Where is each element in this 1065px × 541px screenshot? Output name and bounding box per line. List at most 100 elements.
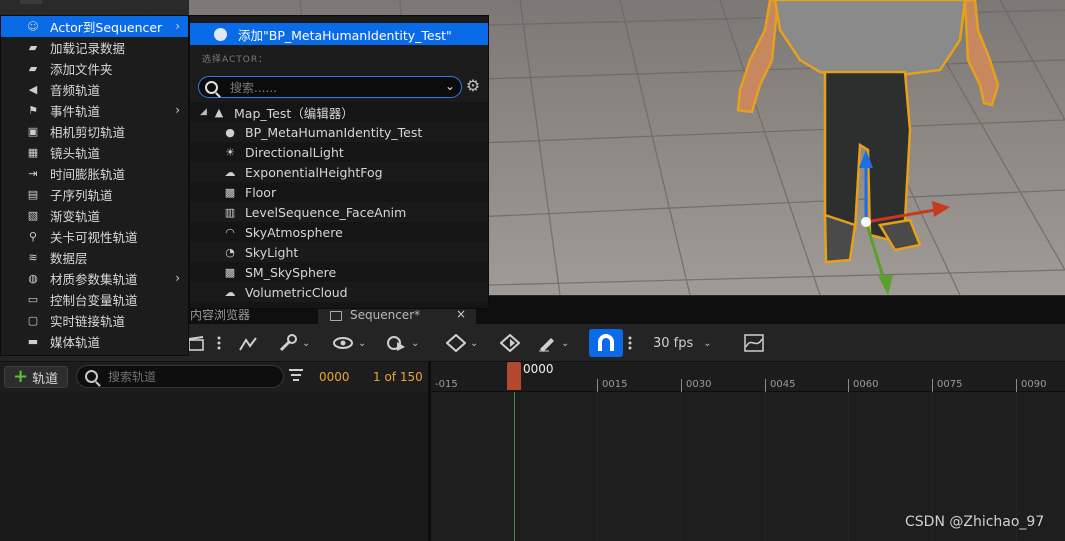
material-icon: ◍: [28, 272, 38, 285]
snap-options-button[interactable]: [627, 330, 633, 356]
tree-actor-row[interactable]: ☀ DirectionalLight: [190, 142, 488, 162]
tree-actor-row[interactable]: ▩ Floor: [190, 182, 488, 202]
chevron-right-icon: ›: [175, 19, 180, 33]
menu-item[interactable]: ▰ 加载记录数据: [1, 37, 188, 58]
actor-tree: ◢ ▲ Map_Test（编辑器） ● BP_MetaHumanIdentity_Tes…: [190, 102, 488, 308]
menu-anchor-strip: [0, 0, 189, 15]
diamond-key-icon: [446, 334, 466, 352]
key-options-dropdown[interactable]: ⌄: [446, 330, 478, 356]
tree-actor-label: DirectionalLight: [245, 144, 344, 160]
menu-item-label: 相机剪切轨道: [50, 125, 126, 140]
auto-key-button[interactable]: [500, 330, 520, 356]
menu-item[interactable]: ▧ 渐变轨道: [1, 205, 188, 226]
tick-label: 0015: [597, 379, 627, 392]
dilation-icon: ⇥: [28, 167, 38, 180]
menu-item[interactable]: ≋ 数据层: [1, 247, 188, 268]
section-header: 选择ACTOR：: [202, 55, 269, 65]
close-tab-button[interactable]: ×: [456, 307, 466, 321]
menu-item-label: 材质参数集轨道: [50, 272, 138, 287]
tree-root-row[interactable]: ◢ ▲ Map_Test（编辑器）: [190, 102, 488, 122]
sun-icon: ☀: [225, 145, 235, 159]
menu-item-label: Actor到Sequencer: [50, 20, 163, 35]
tree-actor-row[interactable]: ◔ SkyLight: [190, 242, 488, 262]
playhead-handle[interactable]: [507, 362, 521, 390]
tab-sequencer-label: Sequencer*: [350, 308, 421, 322]
menu-item[interactable]: ▭ 控制台变量轨道: [1, 289, 188, 310]
menu-item[interactable]: ▤ 子序列轨道: [1, 184, 188, 205]
actor-to-sequencer-submenu: 添加"BP_MetaHumanIdentity_Test" 选择ACTOR： 搜…: [189, 15, 489, 309]
level-icon: ▲: [214, 105, 224, 119]
curve-editor-icon: [744, 334, 764, 352]
time-ruler[interactable]: -015 0015 0030 0045 0060 0075 0090 0000: [431, 362, 1065, 392]
view-options-dropdown[interactable]: ⌄: [332, 330, 366, 356]
tree-actor-row[interactable]: ▩ SM_SkySphere: [190, 262, 488, 282]
magnet-icon: [598, 334, 614, 351]
menu-item[interactable]: ▢ 实时链接轨道: [1, 310, 188, 331]
add-track-button[interactable]: + 轨道: [4, 366, 68, 388]
menu-item[interactable]: ▬ 媒体轨道: [1, 331, 188, 352]
eye-icon: [333, 337, 353, 349]
track-search-input[interactable]: 搜索轨道: [76, 365, 284, 388]
level-visibility-icon: ⚲: [28, 230, 38, 243]
mesh-icon: ▩: [224, 265, 236, 279]
playback-options-dropdown[interactable]: ⌄: [385, 330, 419, 356]
tree-actor-row[interactable]: ◠ SkyAtmosphere: [190, 222, 488, 242]
watermark: CSDN @Zhichao_97: [905, 514, 1045, 530]
menu-item[interactable]: ▦ 镜头轨道: [1, 142, 188, 163]
livelink-icon: ▢: [27, 314, 39, 327]
chevron-down-icon[interactable]: ⌄: [445, 79, 455, 93]
track-header-bar: + 轨道 搜索轨道 0000 1 of 150: [0, 362, 428, 392]
tick-label: -015: [435, 379, 458, 390]
camera-icon: ▣: [27, 125, 39, 138]
menu-item[interactable]: ◀ 音频轨道: [1, 79, 188, 100]
curve-editor-button[interactable]: [744, 330, 764, 356]
menu-item[interactable]: ⇥ 时间膨胀轨道: [1, 163, 188, 184]
more-options-button[interactable]: [216, 330, 222, 356]
menu-item-label: 镜头轨道: [50, 146, 101, 161]
speaker-icon: ◀: [28, 83, 38, 96]
frame-rate-dropdown[interactable]: 30 fps ⌄: [653, 330, 712, 356]
chevron-right-icon: ›: [175, 271, 180, 285]
folder-icon: ▰: [28, 62, 38, 75]
track-list[interactable]: [0, 392, 428, 541]
menu-item[interactable]: ⚑ 事件轨道 ›: [1, 100, 188, 121]
gridline: [765, 392, 766, 541]
tree-actor-row[interactable]: ● BP_MetaHumanIdentity_Test: [190, 122, 488, 142]
menu-item[interactable]: ▰ 添加文件夹: [1, 58, 188, 79]
tree-actor-label: ExponentialHeightFog: [245, 164, 383, 180]
kebab-icon: [628, 336, 632, 350]
render-movie-button[interactable]: [188, 330, 204, 356]
actor-search-input[interactable]: 搜索...... ⌄: [198, 76, 462, 98]
blueprint-icon: ●: [225, 125, 235, 139]
layers-icon: ≋: [28, 251, 38, 264]
tree-actor-label: Floor: [245, 184, 277, 200]
tree-actor-row[interactable]: ☁ ExponentialHeightFog: [190, 162, 488, 182]
sequencer-tab-icon: [330, 310, 342, 321]
menu-item[interactable]: ⚲ 关卡可视性轨道: [1, 226, 188, 247]
menu-item-label: 添加文件夹: [50, 62, 113, 77]
chevron-down-icon: ⌄: [411, 337, 420, 349]
menu-item[interactable]: ◍ 材质参数集轨道 ›: [1, 268, 188, 289]
current-frame-field[interactable]: 0000: [319, 370, 350, 384]
skylight-icon: ◔: [225, 245, 235, 259]
collapse-arrow-icon[interactable]: ◢: [200, 107, 207, 117]
tree-actor-row[interactable]: ☁ VolumetricCloud: [190, 282, 488, 302]
tree-actor-label: SM_SkySphere: [245, 264, 337, 280]
snap-toggle-button[interactable]: [589, 329, 623, 357]
tree-actor-row[interactable]: ▥ LevelSequence_FaceAnim: [190, 202, 488, 222]
tree-actor-label: SkyAtmosphere: [245, 224, 343, 240]
filter-icon[interactable]: [289, 369, 303, 383]
tools-dropdown[interactable]: ⌄: [278, 330, 310, 356]
gridline: [597, 392, 598, 541]
menu-item-label: 数据层: [50, 251, 88, 266]
actions-button[interactable]: [238, 330, 258, 356]
menu-item[interactable]: ☺ Actor到Sequencer ›: [1, 16, 188, 37]
gridline: [848, 392, 849, 541]
menu-item-label: 关卡可视性轨道: [50, 230, 138, 245]
menu-item-label: 媒体轨道: [50, 335, 101, 350]
search-icon: [85, 370, 98, 383]
menu-item[interactable]: ▣ 相机剪切轨道: [1, 121, 188, 142]
gear-icon[interactable]: ⚙: [464, 77, 482, 95]
add-actor-menu-item[interactable]: 添加"BP_MetaHumanIdentity_Test": [190, 23, 488, 45]
edit-mode-dropdown[interactable]: ⌄: [537, 330, 569, 356]
